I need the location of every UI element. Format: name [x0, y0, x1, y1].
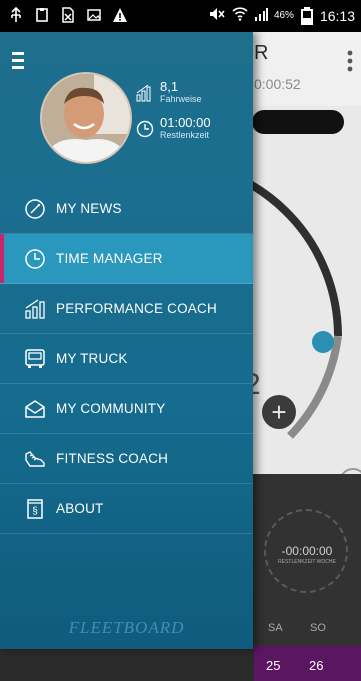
background-title: R [254, 42, 269, 64]
menu-item-performance-coach[interactable]: PERFORMANCE COACH [0, 284, 253, 334]
menu-item-label: MY COMMUNITY [56, 401, 166, 416]
menu-item-my-news[interactable]: MY NEWS [0, 184, 253, 234]
clock-icon [136, 120, 154, 138]
menu-item-label: MY NEWS [56, 201, 122, 216]
week-dial-label: RESTLENKZEIT WOCHE [278, 559, 336, 565]
navigation-drawer: 8,1 Fahrweise 01:00:00 Restlenkzeit MY N… [0, 32, 253, 649]
svg-text:§: § [32, 506, 38, 517]
battery-percent: 46% [273, 10, 294, 21]
profile-photo [42, 74, 130, 162]
menu-item-label: MY TRUCK [56, 351, 128, 366]
add-button[interactable]: + [262, 395, 296, 429]
fahrweise-value: 8,1 [160, 79, 179, 94]
menu-item-time-manager[interactable]: TIME MANAGER [0, 234, 253, 284]
no-sim-icon [60, 7, 76, 23]
clipboard-icon [34, 7, 50, 23]
restlenkzeit-stat: 01:00:00 Restlenkzeit [136, 116, 211, 141]
fahrweise-stat: 8,1 Fahrweise [136, 80, 202, 105]
wifi-icon [232, 6, 248, 25]
overflow-menu-icon[interactable] [347, 50, 353, 72]
date-cell[interactable]: 25 [266, 658, 280, 673]
menu-item-my-truck[interactable]: MY TRUCK [0, 334, 253, 384]
notification-icons [8, 7, 128, 23]
bars-icon [136, 84, 154, 102]
system-icons: 46% 16:13 [208, 6, 355, 25]
day-label: SA [268, 622, 283, 634]
status-bar: 46% 16:13 [0, 0, 361, 32]
signal-icon [254, 6, 268, 25]
hamburger-menu-icon[interactable] [12, 52, 24, 74]
menu-item-about[interactable]: § ABOUT [0, 484, 253, 534]
menu-item-my-community[interactable]: MY COMMUNITY [0, 384, 253, 434]
gauge-icon [24, 198, 46, 220]
fleetboard-logo: FLEETBOARD [68, 618, 185, 637]
date-cell[interactable]: 26 [309, 658, 323, 673]
drawer-menu: MY NEWS TIME MANAGER PERFORMANCE COACH M… [0, 184, 253, 534]
usb-icon [8, 7, 24, 23]
fahrweise-label: Fahrweise [160, 94, 202, 104]
image-icon [86, 7, 102, 23]
clock-time: 16:13 [319, 7, 355, 24]
calendar-dates: 25 26 [254, 646, 361, 681]
day-label: SO [310, 622, 326, 634]
bars-icon [24, 298, 46, 320]
warning-icon [112, 7, 128, 23]
envelope-icon [24, 398, 46, 420]
mute-icon [208, 6, 226, 25]
menu-item-label: FITNESS COACH [56, 451, 169, 466]
background-timer: 0:00:52 [254, 76, 301, 92]
gauge-handle[interactable] [312, 331, 334, 353]
info-icon: § [24, 498, 46, 520]
battery-icon [300, 6, 314, 25]
menu-item-fitness-coach[interactable]: FITNESS COACH [0, 434, 253, 484]
shoe-icon [24, 448, 46, 470]
avatar[interactable] [40, 72, 132, 164]
restlenkzeit-value: 01:00:00 [160, 115, 211, 130]
menu-item-label: TIME MANAGER [56, 251, 163, 266]
truck-icon [24, 348, 46, 370]
calendar-days: SA SO [254, 622, 361, 646]
menu-item-label: ABOUT [56, 501, 104, 516]
clock-icon [24, 248, 46, 270]
menu-item-label: PERFORMANCE COACH [56, 301, 217, 316]
week-dial-time: -00:00:00 [281, 544, 333, 558]
restlenkzeit-label: Restlenkzeit [160, 130, 210, 140]
